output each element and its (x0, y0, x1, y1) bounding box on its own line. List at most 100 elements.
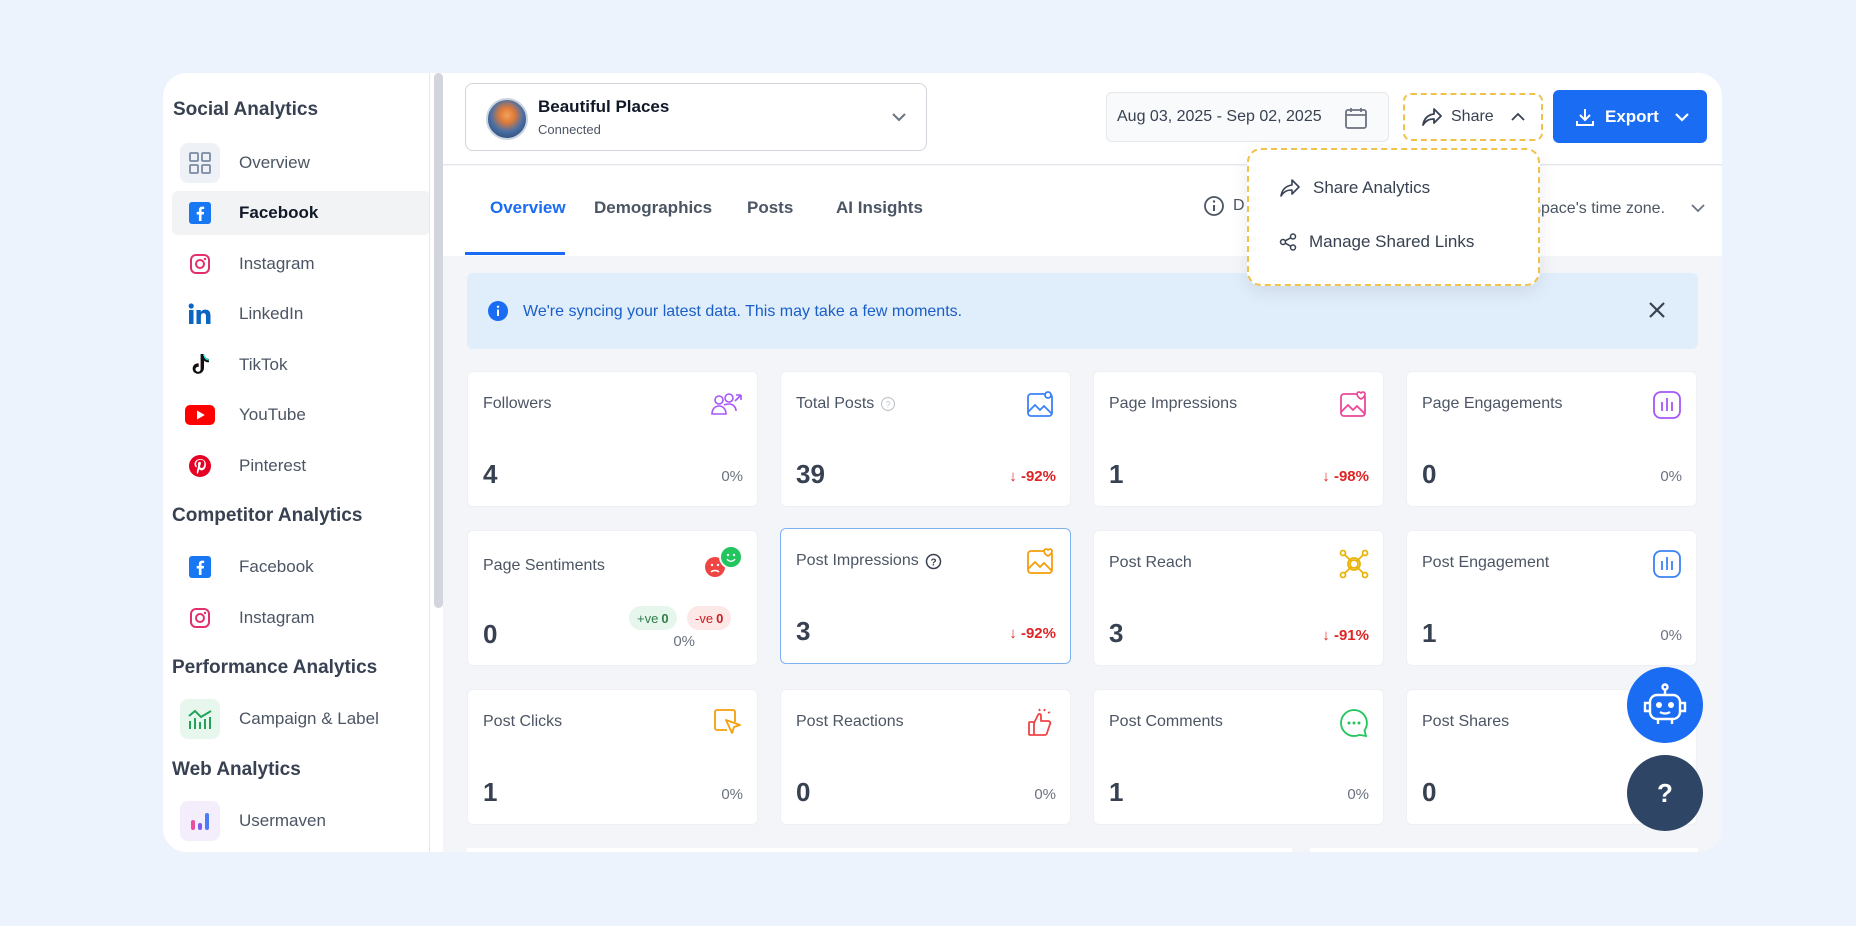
metric-card-post-reactions[interactable]: Post Reactions 0 0% (780, 689, 1071, 825)
metric-change: 0% (721, 468, 743, 485)
metric-card-page-impressions[interactable]: Page Impressions 1 ↓ -98% (1093, 371, 1384, 507)
account-selector[interactable]: Beautiful Places Connected (465, 83, 927, 151)
section-title-competitor: Competitor Analytics (172, 505, 363, 526)
calendar-icon (1344, 106, 1368, 135)
tab-ai-insights[interactable]: AI Insights (836, 198, 923, 218)
account-status: Connected (538, 122, 601, 137)
metric-value: 0 (1422, 777, 1437, 807)
positive-sentiment-badge: +ve 0 (629, 606, 677, 630)
close-icon[interactable] (1646, 299, 1668, 326)
tab-overview[interactable]: Overview (490, 198, 566, 218)
help-circle-icon[interactable]: ? (880, 396, 896, 412)
metric-title: Post Clicks (483, 713, 563, 730)
metric-title: Page Sentiments (483, 557, 605, 574)
sidebar-item-tiktok[interactable]: TikTok (172, 343, 430, 387)
metric-change: ↓ -91% (1322, 627, 1369, 644)
metric-card-post-reach[interactable]: Post Reach 3 ↓ -91% (1093, 530, 1384, 666)
tab-demographics[interactable]: Demographics (594, 198, 712, 218)
metric-title: Post Reach (1109, 554, 1192, 571)
metric-title: Total Posts ? (796, 395, 896, 413)
metric-value: 3 (796, 616, 811, 646)
sidebar-item-label: Overview (239, 153, 310, 172)
robot-icon (1641, 683, 1689, 727)
metric-value: 1 (483, 777, 498, 807)
image-heart-icon (1026, 547, 1056, 582)
sidebar-item-youtube[interactable]: YouTube (172, 393, 430, 437)
sidebar-item-linkedin[interactable]: LinkedIn (172, 292, 430, 336)
usermaven-icon (180, 801, 220, 841)
download-icon (1575, 107, 1595, 127)
metric-value: 3 (1109, 618, 1124, 648)
account-avatar (486, 98, 528, 140)
pinterest-icon (180, 446, 220, 486)
sidebar-item-overview[interactable]: Overview (172, 141, 430, 185)
grid-icon (180, 143, 220, 183)
share-dropdown-menu: Share Analytics Manage Shared Links (1247, 148, 1540, 286)
metric-card-page-engagements[interactable]: Page Engagements 0 0% (1406, 371, 1697, 507)
campaign-chart-icon (180, 699, 220, 739)
help-button[interactable]: ? (1627, 755, 1703, 831)
timezone-prefix: D (1233, 197, 1245, 214)
metric-change: ↓ -98% (1322, 468, 1369, 485)
ai-assistant-button[interactable] (1627, 667, 1703, 743)
image-icon (1026, 390, 1056, 425)
sidebar-item-label: YouTube (239, 405, 306, 424)
sidebar-item-facebook[interactable]: Facebook (172, 191, 430, 235)
section-title-performance: Performance Analytics (172, 657, 378, 678)
menu-item-label: Manage Shared Links (1309, 232, 1475, 251)
metric-card-post-impressions[interactable]: Post Impressions ? 3 ↓ -92% (780, 528, 1071, 664)
tab-posts[interactable]: Posts (747, 198, 793, 218)
sidebar-item-pinterest[interactable]: Pinterest (172, 444, 430, 488)
metric-card-followers[interactable]: Followers 4 0% (467, 371, 758, 507)
metric-card-total-posts[interactable]: Total Posts ? 39 ↓ -92% (780, 371, 1071, 507)
sidebar-item-usermaven[interactable]: Usermaven (172, 799, 430, 843)
sentiment-faces-icon (703, 545, 743, 584)
sidebar-item-label: Campaign & Label (239, 709, 379, 728)
metric-change: 0% (721, 786, 743, 803)
section-title-web: Web Analytics (172, 759, 301, 780)
menu-item-share-analytics[interactable]: Share Analytics (1279, 178, 1430, 198)
metric-card-post-engagement[interactable]: Post Engagement 1 0% (1406, 530, 1697, 666)
timezone-info: D (1203, 195, 1245, 217)
sidebar-item-campaign-label[interactable]: Campaign & Label (172, 697, 430, 741)
tiktok-icon (180, 345, 220, 385)
metric-change: ↓ -92% (1009, 625, 1056, 642)
metric-change: 0% (673, 633, 695, 650)
share-arrow-icon (1279, 178, 1301, 198)
sidebar-item-instagram[interactable]: Instagram (172, 242, 430, 286)
metric-title: Post Shares (1422, 713, 1510, 730)
help-circle-icon[interactable]: ? (925, 553, 942, 570)
sidebar-item-label: Facebook (239, 203, 319, 222)
date-range-picker[interactable]: Aug 03, 2025 - Sep 02, 2025 (1106, 92, 1389, 142)
sidebar: Social Analytics Overview Facebook Insta… (163, 73, 430, 852)
date-range-text: Aug 03, 2025 - Sep 02, 2025 (1117, 108, 1322, 125)
svg-text:?: ? (886, 400, 891, 410)
sidebar-item-competitor-instagram[interactable]: Instagram (172, 596, 430, 640)
metric-change: 0% (1660, 627, 1682, 644)
metric-title: Followers (483, 395, 552, 412)
export-button[interactable]: Export (1553, 90, 1707, 143)
sidebar-item-competitor-facebook[interactable]: Facebook (172, 545, 430, 589)
metric-title: Post Comments (1109, 713, 1223, 730)
sidebar-item-label: Pinterest (239, 456, 307, 475)
metric-card-post-clicks[interactable]: Post Clicks 1 0% (467, 689, 758, 825)
sidebar-item-label: Facebook (239, 557, 314, 576)
info-circle-icon (488, 301, 508, 326)
sidebar-scrollbar[interactable] (434, 73, 443, 608)
share-label: Share (1451, 108, 1494, 125)
sidebar-item-label: LinkedIn (239, 304, 304, 323)
menu-item-manage-shared-links[interactable]: Manage Shared Links (1279, 232, 1474, 252)
metric-title: Page Impressions (1109, 395, 1238, 412)
reach-network-icon (1339, 549, 1369, 584)
metric-card-page-sentiments[interactable]: Page Sentiments +ve 0 -ve 0 0 0% (467, 530, 758, 666)
info-icon (1203, 195, 1225, 217)
active-tab-indicator (465, 252, 565, 255)
chevron-up-icon (1510, 109, 1526, 125)
share-button[interactable]: Share (1403, 93, 1543, 141)
metric-card-post-comments[interactable]: Post Comments 1 0% (1093, 689, 1384, 825)
chevron-down-icon[interactable] (1690, 200, 1706, 221)
metric-value: 1 (1109, 459, 1124, 489)
timezone-selector[interactable]: space's time zone. (1533, 200, 1665, 218)
chevron-down-icon (1673, 108, 1691, 126)
youtube-icon (180, 395, 220, 435)
